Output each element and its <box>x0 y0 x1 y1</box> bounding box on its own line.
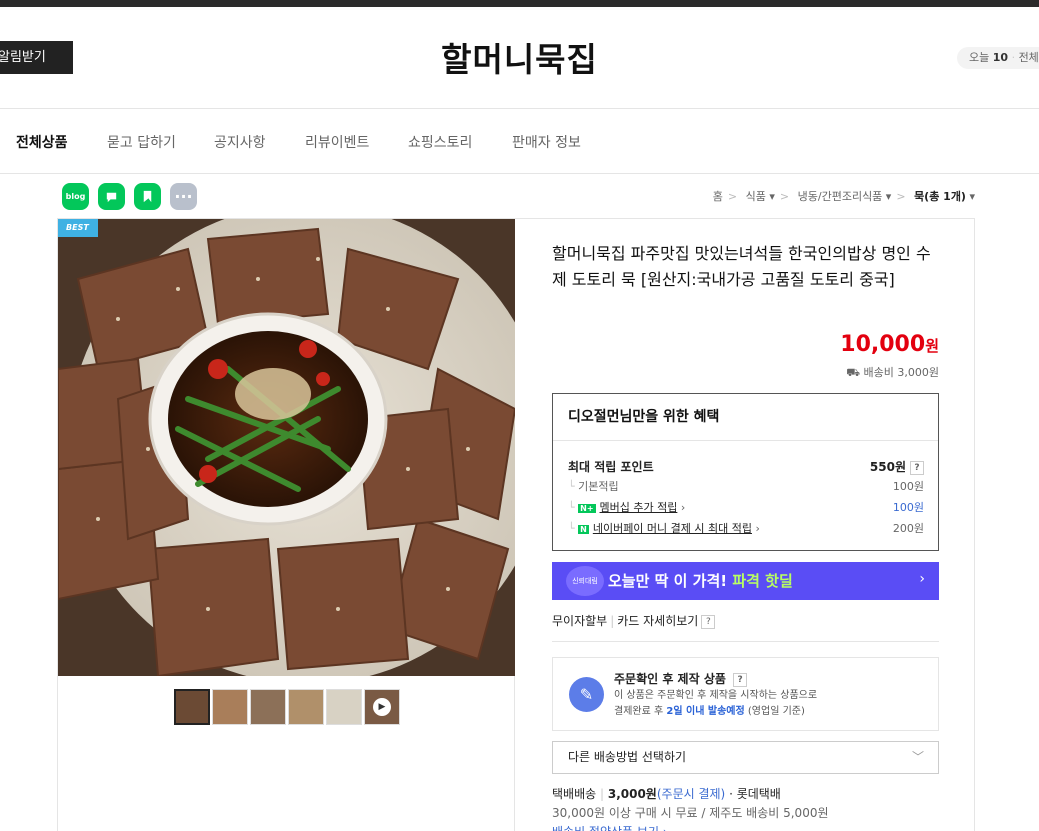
shipping-method: 택배배송 <box>552 787 597 801</box>
top-bar <box>0 0 1039 7</box>
benefit-heading: 디오절먼님만을 위한 혜택 <box>553 394 938 441</box>
max-point-value: 550원 <box>869 460 906 474</box>
thumbnail-2[interactable] <box>212 689 248 725</box>
product-gallery: BEST ▶ <box>58 219 515 831</box>
product-detail: BEST ▶ 할머니묵집 파주맛집 맛있는녀석들 한국인의밥상 명인 수제 도토… <box>57 218 975 831</box>
made-desc-line2: 결제완료 후 2일 이내 발송예정 (영업일 기준) <box>614 704 817 720</box>
thumbnail-video[interactable]: ▶ <box>364 689 400 725</box>
play-icon: ▶ <box>373 698 391 716</box>
made-desc-line1: 이 상품은 주문확인 후 제작을 시작하는 상품으로 <box>614 690 818 701</box>
shipping-carrier: · 롯데택배 <box>729 787 781 801</box>
made-desc-highlight: 2일 이내 발송예정 <box>666 706 745 717</box>
card-info-row: 무이자할부 | 카드 자세히보기? <box>552 612 939 642</box>
talk-glyph <box>106 192 117 203</box>
shipping-fee-value: 3,000원 <box>607 787 657 801</box>
thumbnail-5[interactable] <box>326 689 362 725</box>
bundle-save-link[interactable]: 배송비 절약상품 보기 › <box>552 823 939 831</box>
product-title: 할머니묵집 파주맛집 맛있는녀석들 한국인의밥상 명인 수제 도토리 묵 [원산… <box>552 244 931 289</box>
nav-all-products[interactable]: 전체상품 <box>16 132 68 152</box>
visit-total-label: 전체 <box>1018 51 1039 64</box>
shipping-method-select[interactable]: 다른 배송방법 선택하기 ﹀ <box>552 741 939 774</box>
point-npay-value: 200원 <box>892 522 924 535</box>
shipping-free-note: 30,000원 이상 구매 시 무료 / 제주도 배송비 5,000원 <box>552 806 829 820</box>
shipping-select-label: 다른 배송방법 선택하기 <box>568 750 687 764</box>
point-membership-value: 100원 <box>892 501 924 514</box>
point-membership-link[interactable]: 멤버십 추가 적립 <box>600 501 678 514</box>
point-row-membership: └ N+ 멤버십 추가 적립 › 100원 <box>568 501 924 514</box>
truck-icon: ⛟ <box>846 366 861 379</box>
product-main-image[interactable]: BEST <box>58 219 515 676</box>
naver-plus-icon: N+ <box>578 504 596 513</box>
band-icon[interactable] <box>134 183 161 210</box>
best-badge: BEST <box>58 219 98 237</box>
shipping-fee: ⛟ 배송비 3,000원 <box>846 364 939 381</box>
deal-text-highlight: 파격 핫딜 <box>732 572 793 590</box>
made-title-text: 주문확인 후 제작 상품 <box>614 672 726 686</box>
blog-icon-label: blog <box>65 192 86 201</box>
point-npay-link[interactable]: 네이버페이 머니 결제 시 최대 적립 <box>593 522 752 535</box>
card-detail-link[interactable]: 카드 자세히보기 <box>617 614 698 628</box>
price-value: 10,000 <box>840 332 926 357</box>
point-help-icon[interactable]: ? <box>910 460 924 475</box>
shipping-detail: 택배배송 | 3,000원(주문시 결제) · 롯데택배 30,000원 이상 … <box>552 785 939 831</box>
pencil-icon: ✎ <box>569 677 604 712</box>
hot-deal-banner[interactable]: 신뢰대림 오늘만 딱 이 가격! 파격 핫딜 › <box>552 562 939 600</box>
store-header: 알림받기 할머니묵집 오늘 10 · 전체 <box>0 7 1039 109</box>
breadcrumb-current[interactable]: 묵(총 1개) <box>914 190 966 203</box>
shipping-line-1: 택배배송 | 3,000원(주문시 결제) · 롯데택배 <box>552 787 781 801</box>
made-desc-prefix: 결제완료 후 <box>614 706 664 717</box>
nav-qna[interactable]: 묻고 답하기 <box>107 132 176 152</box>
nav-review-event[interactable]: 리뷰이벤트 <box>305 132 369 152</box>
thumbnail-1[interactable] <box>174 689 210 725</box>
shipping-fee-text: 배송비 3,000원 <box>863 366 939 379</box>
thumbnail-3[interactable] <box>250 689 286 725</box>
made-desc-suffix: (영업일 기준) <box>747 706 805 717</box>
breadcrumb: 홈 > 식품 ▾ > 냉동/간편조리식품 ▾ > 묵(총 1개) ▾ <box>712 190 975 203</box>
store-title[interactable]: 할머니묵집 <box>0 33 1039 81</box>
blog-icon[interactable]: blog <box>62 183 89 210</box>
max-point-label: 최대 적립 포인트 <box>568 460 654 474</box>
breadcrumb-home[interactable]: 홈 <box>713 190 723 203</box>
visitor-counter: 오늘 10 · 전체 <box>957 47 1039 69</box>
visit-today-count: 10 <box>992 51 1009 64</box>
talk-icon[interactable] <box>98 183 125 210</box>
deal-text: 오늘만 딱 이 가격! 파격 핫딜 <box>608 570 793 591</box>
made-to-order-desc: 이 상품은 주문확인 후 제작을 시작하는 상품으로 결제완료 후 2일 이내 … <box>614 688 817 720</box>
installment-link[interactable]: 무이자할부 <box>552 614 607 628</box>
more-dots: ··· <box>174 186 193 206</box>
nav-notice[interactable]: 공지사항 <box>214 132 266 152</box>
more-icon[interactable]: ··· <box>170 183 197 210</box>
nav-shopping-story[interactable]: 쇼핑스토리 <box>408 132 472 152</box>
breadcrumb-food[interactable]: 식품 <box>746 190 766 203</box>
made-to-order-box: ✎ 주문확인 후 제작 상품 ? 이 상품은 주문확인 후 제작을 시작하는 상… <box>552 657 939 731</box>
max-point-row: 최대 적립 포인트 550원? <box>568 458 924 475</box>
card-help-icon[interactable]: ? <box>701 614 716 629</box>
food-photo <box>58 219 515 676</box>
npay-icon: N <box>578 525 589 534</box>
deal-text-main: 오늘만 딱 이 가격! <box>608 572 728 590</box>
chevron-down-icon: ﹀ <box>911 750 924 764</box>
product-price: 10,000원 <box>840 332 939 357</box>
chevron-right-icon: › <box>919 571 925 587</box>
made-to-order-title: 주문확인 후 제작 상품 ? <box>614 670 748 687</box>
store-nav: 전체상품 묻고 답하기 공지사항 리뷰이벤트 쇼핑스토리 판매자 정보 <box>0 110 1039 174</box>
shipping-fee-note: (주문시 결제) <box>656 787 726 801</box>
breadcrumb-frozen[interactable]: 냉동/간편조리식품 <box>798 190 883 203</box>
price-unit: 원 <box>925 337 939 355</box>
point-basic-label: 기본적립 <box>578 480 619 493</box>
benefit-box: 디오절먼님만을 위한 혜택 최대 적립 포인트 550원? └ 기본적립 100… <box>552 393 939 551</box>
thumbnail-strip: ▶ <box>174 689 400 725</box>
nav-seller-info[interactable]: 판매자 정보 <box>512 132 581 152</box>
band-glyph <box>143 190 152 203</box>
visit-today-label: 오늘 <box>969 51 990 64</box>
point-row-basic: └ 기본적립 100원 <box>568 480 924 493</box>
point-basic-value: 100원 <box>892 480 924 493</box>
thumbnail-4[interactable] <box>288 689 324 725</box>
deal-badge: 신뢰대림 <box>566 566 604 596</box>
made-help-icon[interactable]: ? <box>733 672 748 687</box>
point-row-npay: └ N 네이버페이 머니 결제 시 최대 적립 › 200원 <box>568 522 924 535</box>
